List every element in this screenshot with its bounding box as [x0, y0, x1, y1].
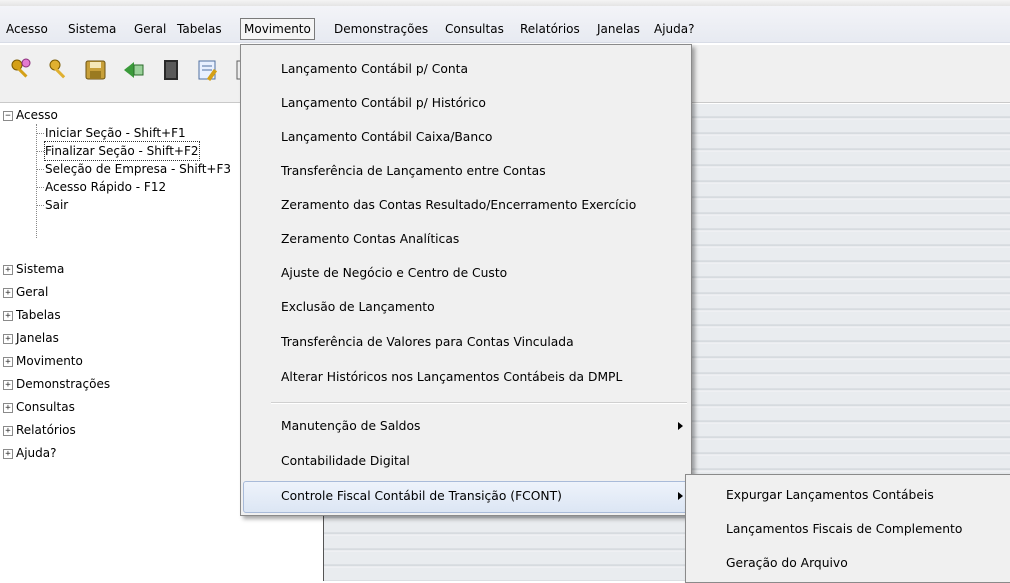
tree-node-movimento[interactable]: Movimento	[16, 352, 83, 370]
menu-geral[interactable]: Geral	[130, 19, 170, 39]
menu-ajuda[interactable]: Ajuda?	[650, 19, 699, 39]
expand-icon[interactable]: +	[3, 357, 13, 367]
keys-icon[interactable]	[8, 53, 36, 87]
menu-item-zeramento-analiticas[interactable]: Zeramento Contas Analíticas	[281, 227, 459, 251]
save-icon[interactable]	[82, 53, 110, 87]
expand-icon[interactable]: +	[3, 403, 13, 413]
tree-node-consultas[interactable]: Consultas	[16, 398, 75, 416]
menu-item-transferencia-valores[interactable]: Transferência de Valores para Contas Vin…	[281, 330, 574, 354]
movimento-dropdown-menu: Lançamento Contábil p/ Conta Lançamento …	[240, 44, 692, 516]
tree-node-geral[interactable]: Geral	[16, 283, 48, 301]
tree-node-acesso[interactable]: Acesso	[16, 106, 58, 124]
menu-sistema[interactable]: Sistema	[64, 19, 120, 39]
tree-node-demonstracoes[interactable]: Demonstrações	[16, 375, 110, 393]
tree-item-sair[interactable]: Sair	[45, 196, 68, 214]
submenu-item-lancamentos-fiscais[interactable]: Lançamentos Fiscais de Complemento	[726, 517, 962, 541]
collapse-icon[interactable]: −	[3, 111, 13, 121]
menu-relatorios[interactable]: Relatórios	[516, 19, 584, 39]
menu-item-manutencao-saldos[interactable]: Manutenção de Saldos	[281, 414, 420, 438]
edit-icon[interactable]	[194, 53, 222, 87]
menu-item-exclusao-lancamento[interactable]: Exclusão de Lançamento	[281, 295, 435, 319]
key-icon[interactable]	[45, 53, 73, 87]
submenu-arrow-icon	[678, 492, 683, 500]
submenu-arrow-icon	[678, 422, 683, 430]
menu-consultas[interactable]: Consultas	[441, 19, 508, 39]
menu-movimento[interactable]: Movimento	[240, 18, 315, 40]
tree-item-acesso-rapido[interactable]: Acesso Rápido - F12	[45, 178, 166, 196]
menu-separator	[271, 402, 687, 404]
menu-item-lancamento-conta[interactable]: Lançamento Contábil p/ Conta	[281, 57, 468, 81]
menu-acesso[interactable]: Acesso	[2, 19, 52, 39]
tree-node-ajuda[interactable]: Ajuda?	[16, 444, 57, 462]
tree-item-selecao-empresa[interactable]: Seleção de Empresa - Shift+F3	[45, 160, 231, 178]
menu-demonstracoes[interactable]: Demonstrações	[330, 19, 432, 39]
expand-icon[interactable]: +	[3, 265, 13, 275]
menu-tabelas[interactable]: Tabelas	[173, 19, 226, 39]
submenu-item-geracao-arquivo[interactable]: Geração do Arquivo	[726, 551, 848, 575]
tree-node-relatorios[interactable]: Relatórios	[16, 421, 76, 439]
menu-item-transferencia-lancamento[interactable]: Transferência de Lançamento entre Contas	[281, 159, 546, 183]
expand-icon[interactable]: +	[3, 311, 13, 321]
submenu-item-expurgar[interactable]: Expurgar Lançamentos Contábeis	[726, 483, 934, 507]
menu-janelas[interactable]: Janelas	[593, 19, 644, 39]
menu-item-lancamento-historico[interactable]: Lançamento Contábil p/ Histórico	[281, 91, 486, 115]
menu-item-zeramento-resultado[interactable]: Zeramento das Contas Resultado/Encerrame…	[281, 193, 636, 217]
menu-item-contabilidade-digital[interactable]: Contabilidade Digital	[281, 449, 410, 473]
tree-node-sistema[interactable]: Sistema	[16, 260, 64, 278]
expand-icon[interactable]: +	[3, 334, 13, 344]
menu-item-fcont[interactable]: Controle Fiscal Contábil de Transição (F…	[281, 484, 562, 508]
menu-item-alterar-historicos[interactable]: Alterar Históricos nos Lançamentos Contá…	[281, 365, 622, 389]
tree-node-janelas[interactable]: Janelas	[16, 329, 59, 347]
menu-item-lancamento-caixa-banco[interactable]: Lançamento Contábil Caixa/Banco	[281, 125, 492, 149]
menu-bar: Acesso Sistema Geral Tabelas Movimento D…	[0, 6, 1010, 43]
fcont-submenu: Expurgar Lançamentos Contábeis Lançament…	[685, 474, 1010, 583]
book-icon[interactable]	[157, 53, 185, 87]
expand-icon[interactable]: +	[3, 288, 13, 298]
expand-icon[interactable]: +	[3, 380, 13, 390]
expand-icon[interactable]: +	[3, 426, 13, 436]
tree-node-tabelas[interactable]: Tabelas	[16, 306, 61, 324]
tree-item-finalizar-secao[interactable]: Finalizar Seção - Shift+F2	[44, 141, 200, 161]
expand-icon[interactable]: +	[3, 449, 13, 459]
prev-icon[interactable]	[120, 53, 148, 87]
tree-item-iniciar-secao[interactable]: Iniciar Seção - Shift+F1	[45, 124, 186, 142]
menu-item-ajuste-negocio[interactable]: Ajuste de Negócio e Centro de Custo	[281, 261, 507, 285]
